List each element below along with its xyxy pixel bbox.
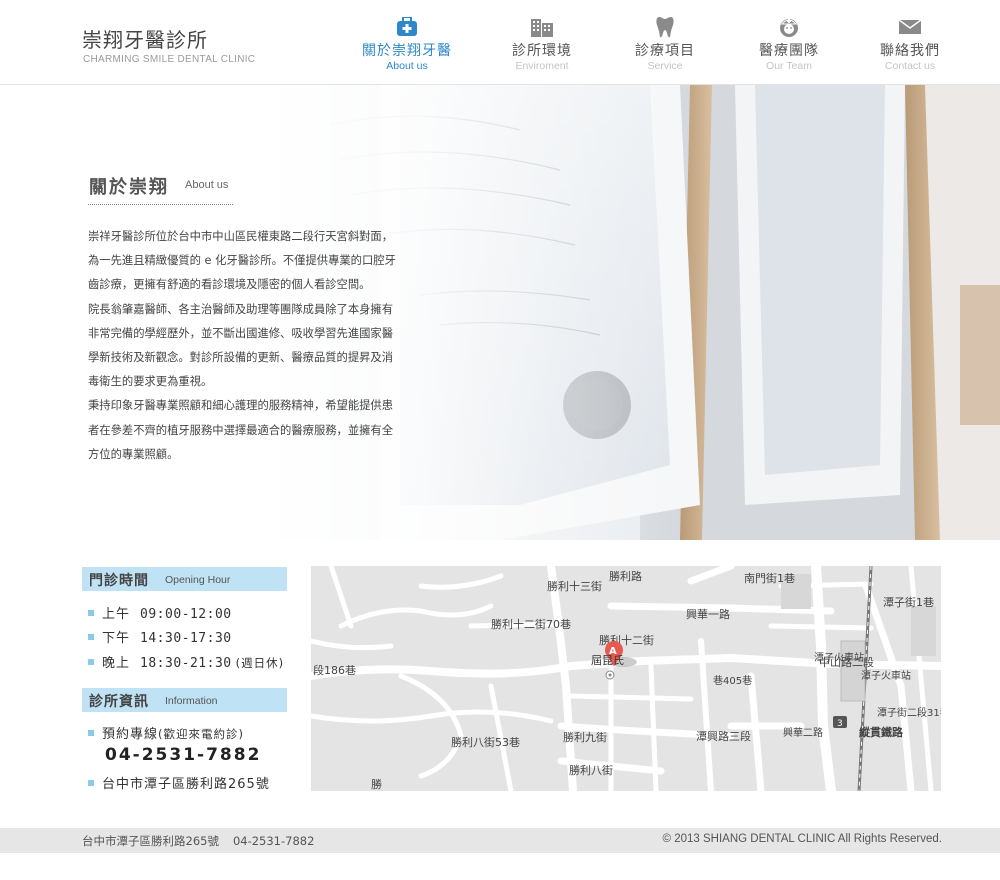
about-line: 非常完備的學經歷外，並不斷出國進修、吸收學習先進國家醫 bbox=[88, 326, 394, 340]
nav-label-en: Contact us bbox=[884, 60, 936, 72]
site-logo-subtitle: CHARMING SMILE DENTAL CLINIC bbox=[83, 54, 256, 65]
about-line: 崇祥牙醫診所位於台中市中山區民權東路二段行天宮斜對面， bbox=[88, 230, 394, 243]
about-line: 秉持印象牙醫專業照顧和細心護理的服務精神，希望能提供患 bbox=[88, 399, 394, 413]
map-label: 潭子街二段31巷 bbox=[877, 706, 941, 719]
map-label: 勝利八街53巷 bbox=[451, 735, 520, 749]
map-label: 勝利十二街70巷 bbox=[491, 617, 571, 631]
nav-item-service[interactable]: 診療項目 Service bbox=[610, 14, 720, 72]
information-title-en: Information bbox=[165, 695, 218, 707]
site-logo-name[interactable]: 崇翔牙醫診所 bbox=[82, 24, 208, 53]
about-line: 學新技術及新觀念。對診所設備的更新、醫療品質的提昇及消 bbox=[88, 351, 394, 365]
nav-label: 診療項目 bbox=[635, 43, 695, 59]
phone-number[interactable]: 04-2531-7882 bbox=[105, 745, 261, 765]
about-title-en: About us bbox=[185, 179, 229, 191]
about-divider bbox=[88, 204, 233, 205]
hours-row-morning: 上午 09:00-12:00 bbox=[88, 603, 232, 622]
map-label: 勝利九街 bbox=[563, 730, 607, 744]
hours-row-evening: 晚上 18:30-21:30 (週日休) bbox=[88, 652, 284, 671]
map-label: 段186巷 bbox=[313, 663, 356, 677]
about-line: 為一先進且精緻優質的 e 化牙醫診所。不僅提供專業的口腔牙 bbox=[88, 254, 396, 268]
nav-item-about[interactable]: 關於崇翔牙醫 About us bbox=[352, 14, 462, 72]
hours-label: 上午 bbox=[102, 607, 131, 622]
site-header: 崇翔牙醫診所 CHARMING SMILE DENTAL CLINIC 關於崇翔… bbox=[0, 0, 1000, 85]
about-line: 者在參差不齊的植牙服務中選擇最適合的醫療服務，並擁有全 bbox=[88, 423, 394, 437]
hours-time: 09:00-12:00 bbox=[140, 607, 232, 622]
opening-hours-header: 門診時間 Opening Hour bbox=[82, 567, 287, 591]
nav-label: 聯絡我們 bbox=[880, 43, 940, 59]
hours-time: 18:30-21:30 bbox=[140, 656, 232, 671]
hours-note: (週日休) bbox=[235, 656, 285, 670]
building-icon bbox=[487, 14, 597, 40]
phone-label: 預約專線 bbox=[102, 727, 159, 742]
nav-item-team[interactable]: 醫療團隊 Our Team bbox=[734, 14, 844, 72]
nav-label-en: About us bbox=[386, 60, 428, 72]
map-label: 興華一路 bbox=[686, 608, 730, 621]
hours-label: 下午 bbox=[102, 631, 131, 646]
about-line: 齒診療，更擁有舒適的看診環境及隱密的個人看診空間。 bbox=[88, 278, 371, 292]
bullet-icon bbox=[88, 609, 94, 616]
footer-address: 台中市潭子區勝利路265號 bbox=[82, 834, 219, 848]
map-label: 潭子火車站 bbox=[814, 651, 864, 664]
nav-item-contact[interactable]: 聯絡我們 Contact us bbox=[855, 14, 965, 72]
map-label: 勝利十三街 bbox=[547, 579, 602, 593]
hours-label: 晚上 bbox=[102, 656, 131, 671]
address-row: 台中市潭子區勝利路265號 bbox=[88, 773, 270, 792]
map-label: 潭子火車站 bbox=[861, 669, 911, 682]
map-label: 興華二路 bbox=[783, 726, 823, 739]
footer-phone: 04-2531-7882 bbox=[232, 834, 315, 848]
address-text: 台中市潭子區勝利路265號 bbox=[102, 777, 270, 792]
map-label: 勝利八街 bbox=[569, 763, 613, 777]
nurse-icon bbox=[734, 14, 844, 40]
about-line: 毒衛生的要求更為重視。 bbox=[88, 375, 213, 389]
map-label: 南門街1巷 bbox=[744, 571, 795, 585]
map-label: 勝 bbox=[371, 777, 382, 791]
nav-label-en: Enviroment bbox=[515, 60, 569, 72]
nav-label: 關於崇翔牙醫 bbox=[362, 43, 452, 59]
nav-item-environment[interactable]: 診所環境 Enviroment bbox=[487, 14, 597, 72]
nav-label: 診所環境 bbox=[512, 43, 572, 59]
about-title: 關於崇翔 bbox=[89, 177, 169, 198]
phone-label-row: 預約專線(歡迎來電約診) bbox=[88, 723, 244, 742]
nav-label: 醫療團隊 bbox=[759, 43, 819, 59]
hero-banner: 關於崇翔 About us 崇祥牙醫診所位於台中市中山區民權東路二段行天宮斜對面… bbox=[0, 85, 1000, 540]
phone-note: (歡迎來電約診) bbox=[158, 727, 244, 741]
map-label: 潭興路三段 bbox=[696, 729, 751, 743]
map-label: 勝利路 bbox=[609, 569, 642, 583]
map-label: 巷405巷 bbox=[713, 675, 752, 687]
opening-hours-title-en: Opening Hour bbox=[165, 574, 231, 586]
location-map[interactable]: 勝利十三街 勝利十二街70巷 勝利十二街 興華一路 勝利九街 勝利八街53巷 勝… bbox=[311, 566, 941, 791]
medical-kit-icon bbox=[352, 14, 462, 40]
about-line: 院長翁肇嘉醫師、各主治醫師及助理等團隊成員除了本身擁有 bbox=[88, 302, 394, 316]
nav-label-en: Service bbox=[647, 60, 683, 72]
hours-time: 14:30-17:30 bbox=[140, 631, 232, 646]
tooth-icon bbox=[610, 14, 720, 40]
about-text: 崇祥牙醫診所位於台中市中山區民權東路二段行天宮斜對面， 為一先進且精緻優質的 e… bbox=[88, 225, 416, 467]
map-label: 縱貫鐵路 bbox=[859, 725, 904, 739]
footer-copyright: © 2013 SHIANG DENTAL CLINIC All Rights R… bbox=[662, 833, 942, 845]
map-canvas[interactable]: 勝利十三街 勝利十二街70巷 勝利十二街 興華一路 勝利九街 勝利八街53巷 勝… bbox=[311, 566, 941, 791]
bullet-icon bbox=[88, 779, 94, 786]
nav-label-en: Our Team bbox=[766, 60, 812, 72]
opening-hours-title: 門診時間 bbox=[89, 573, 149, 589]
bullet-icon bbox=[88, 633, 94, 640]
svg-text:3: 3 bbox=[837, 719, 843, 729]
map-marker-label: 屆昆氏 bbox=[591, 654, 624, 667]
bullet-icon bbox=[88, 729, 94, 736]
footer-contact: 台中市潭子區勝利路265號 04-2531-7882 bbox=[82, 833, 314, 849]
site-footer: 台中市潭子區勝利路265號 04-2531-7882 © 2013 SHIANG … bbox=[0, 828, 1000, 853]
information-title: 診所資訊 bbox=[89, 694, 149, 710]
map-label: 潭子街1巷 bbox=[883, 595, 934, 609]
hours-row-afternoon: 下午 14:30-17:30 bbox=[88, 627, 232, 646]
information-header: 診所資訊 Information bbox=[82, 688, 287, 712]
about-line: 方位的專業照顧。 bbox=[88, 447, 179, 461]
envelope-icon bbox=[855, 14, 965, 40]
bullet-icon bbox=[88, 658, 94, 665]
